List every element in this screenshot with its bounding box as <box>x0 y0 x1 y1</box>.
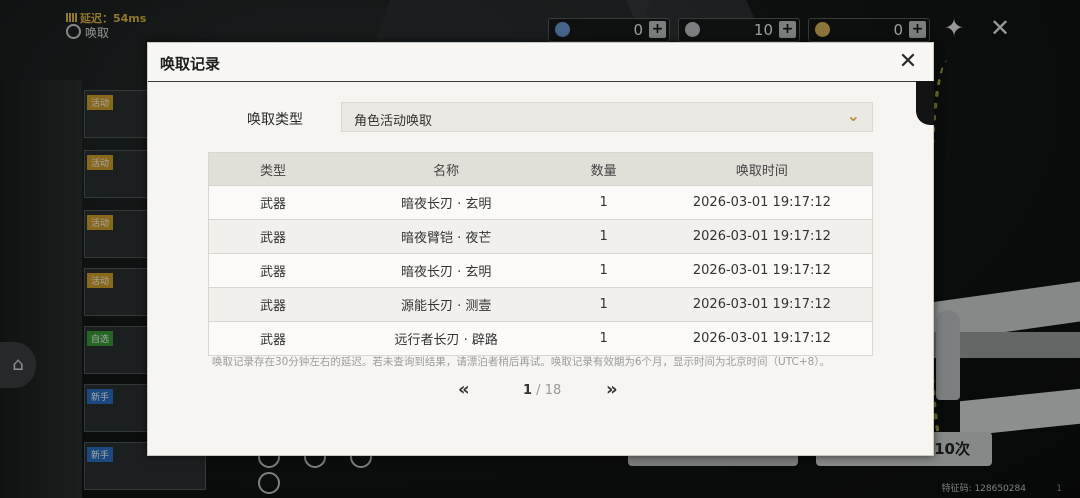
table-header-row: 类型 名称 数量 唤取时间 <box>208 152 873 186</box>
next-page-icon[interactable]: » <box>606 379 618 400</box>
cell-type: 武器 <box>208 219 337 254</box>
cell-name: 远行者长刃 · 辟路 <box>336 321 556 356</box>
cell-time: 2026-03-01 19:17:12 <box>651 253 873 288</box>
table-row: 武器 远行者长刃 · 辟路 1 2026-03-01 19:17:12 <box>208 321 873 356</box>
cell-time: 2026-03-01 19:17:12 <box>651 185 873 220</box>
current-page: 1 <box>523 383 533 398</box>
cell-type: 武器 <box>208 185 337 220</box>
filter-label: 唤取类型 <box>247 112 303 128</box>
column-header-quantity: 数量 <box>555 152 652 186</box>
cell-quantity: 1 <box>555 287 652 322</box>
cell-type: 武器 <box>208 321 337 356</box>
cell-name: 暗夜长刃 · 玄明 <box>336 253 556 288</box>
convene-type-select[interactable]: 角色活动唤取 ⌄ <box>341 102 873 132</box>
cell-type: 武器 <box>208 287 337 322</box>
table-row: 武器 暗夜长刃 · 玄明 1 2026-03-01 19:17:12 <box>208 253 873 288</box>
prev-page-icon[interactable]: « <box>458 379 470 400</box>
delay-notice: 唤取记录存在30分钟左右的延迟。若未查询到结果，请漂泊者稍后再试。唤取记录有效期… <box>212 356 831 368</box>
select-value: 角色活动唤取 <box>354 114 433 129</box>
cell-quantity: 1 <box>555 219 652 254</box>
convene-history-dialog: 唤取记录 ✕ 唤取类型 角色活动唤取 ⌄ 类型 名称 数量 唤取时间 武器 暗夜… <box>147 42 934 456</box>
page-separator: / <box>532 383 545 398</box>
dialog-notch <box>916 81 934 125</box>
chevron-down-icon: ⌄ <box>846 106 860 125</box>
cell-name: 暗夜臂铠 · 夜芒 <box>336 219 556 254</box>
dialog-header: 唤取记录 ✕ <box>148 43 933 82</box>
table-row: 武器 暗夜长刃 · 玄明 1 2026-03-01 19:17:12 <box>208 185 873 220</box>
cell-type: 武器 <box>208 253 337 288</box>
cell-name: 暗夜长刃 · 玄明 <box>336 185 556 220</box>
cell-quantity: 1 <box>555 321 652 356</box>
records-table: 类型 名称 数量 唤取时间 武器 暗夜长刃 · 玄明 1 2026-03-01 … <box>208 152 873 356</box>
column-header-time: 唤取时间 <box>651 152 873 186</box>
column-header-type: 类型 <box>208 152 337 186</box>
cell-time: 2026-03-01 19:17:12 <box>651 219 873 254</box>
table-row: 武器 源能长刃 · 测壹 1 2026-03-01 19:17:12 <box>208 287 873 322</box>
column-header-name: 名称 <box>336 152 556 186</box>
page-indicator: 1 / 18 <box>523 383 561 398</box>
cell-time: 2026-03-01 19:17:12 <box>651 321 873 356</box>
total-pages: 18 <box>544 383 562 398</box>
pagination: « 1 / 18 » <box>148 379 933 401</box>
dialog-title: 唤取记录 <box>160 55 221 73</box>
cell-quantity: 1 <box>555 253 652 288</box>
cell-time: 2026-03-01 19:17:12 <box>651 287 873 322</box>
close-icon[interactable]: ✕ <box>895 49 921 75</box>
cell-quantity: 1 <box>555 185 652 220</box>
cell-name: 源能长刃 · 测壹 <box>336 287 556 322</box>
table-row: 武器 暗夜臂铠 · 夜芒 1 2026-03-01 19:17:12 <box>208 219 873 254</box>
